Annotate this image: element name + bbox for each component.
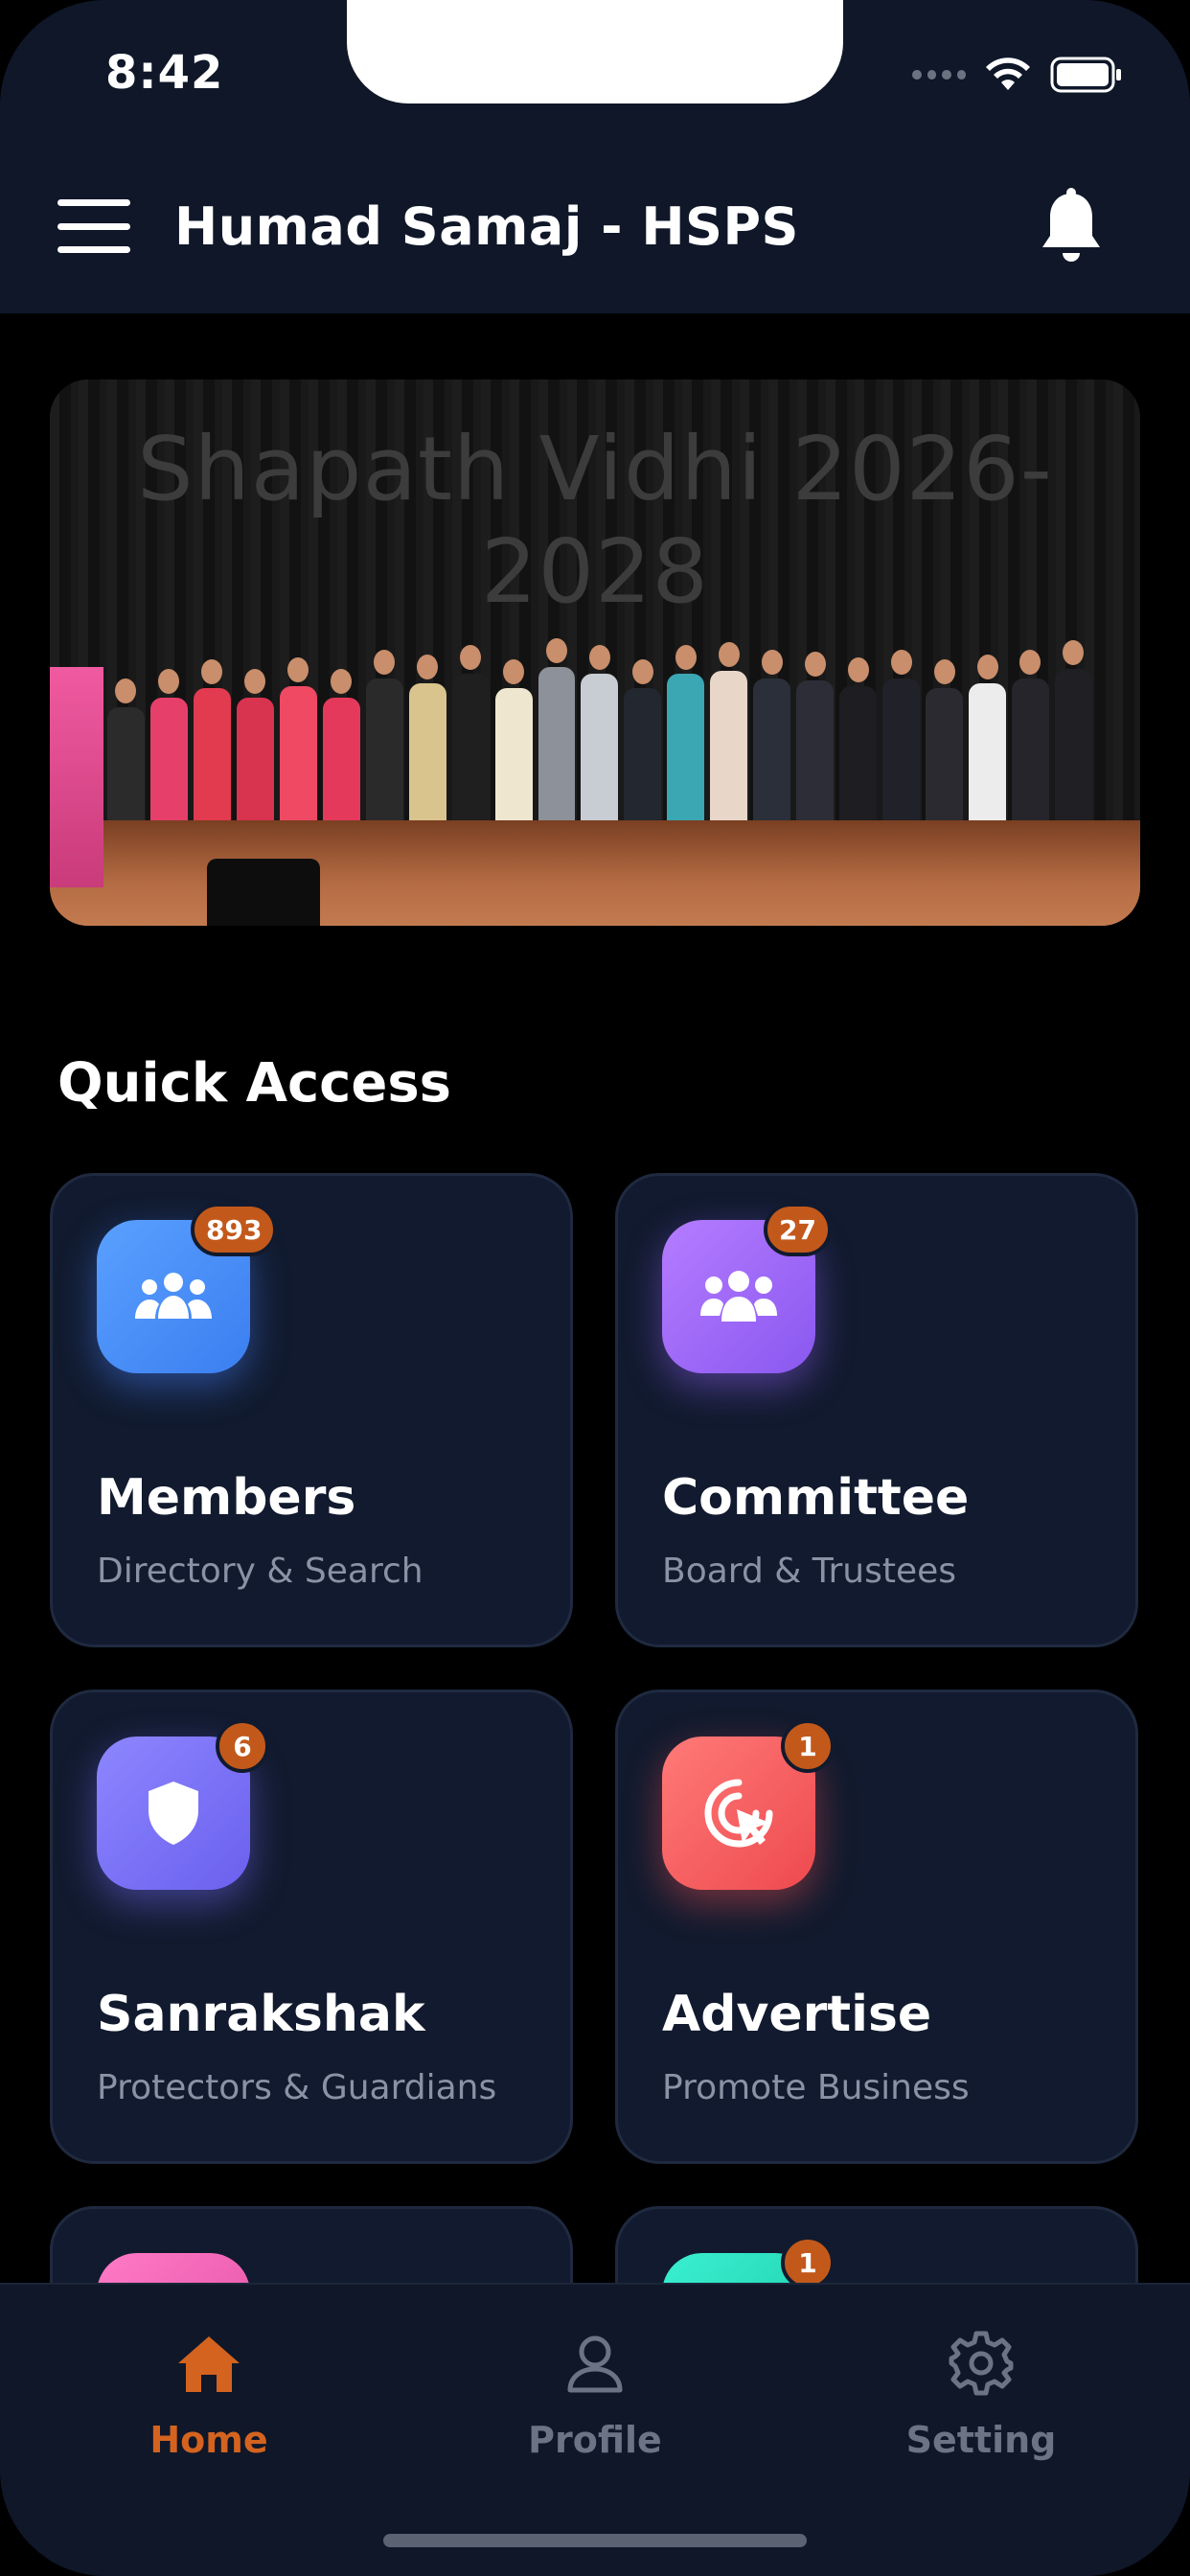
sanrakshak-subtitle: Protectors & Guardians: [97, 2068, 497, 2107]
quick-access-title: Quick Access: [57, 1052, 451, 1115]
status-time: 8:42: [105, 46, 224, 100]
wifi-icon: [983, 56, 1033, 94]
nav-item-home[interactable]: Home: [65, 2308, 353, 2499]
nav-label-setting: Setting: [905, 2419, 1057, 2461]
app-title: Humad Samaj - HSPS: [174, 196, 799, 257]
event-banner[interactable]: Shapath Vidhi 2026-2028: [50, 380, 1140, 926]
nav-item-profile[interactable]: Profile: [451, 2308, 739, 2499]
committee-subtitle: Board & Trustees: [662, 1552, 957, 1591]
top-app-bar: 8:42 Humad Samaj - HSPS: [0, 0, 1190, 313]
committee-card[interactable]: 27 Committee Board & Trustees: [615, 1173, 1138, 1647]
sanrakshak-count-badge: 6: [216, 1719, 269, 1773]
banner-podium: [50, 667, 103, 887]
home-indicator[interactable]: [383, 2534, 807, 2547]
banner-caption: Shapath Vidhi 2026-2028: [137, 418, 1053, 623]
banner-speaker: [207, 859, 320, 926]
advertise-subtitle: Promote Business: [662, 2068, 970, 2107]
members-card[interactable]: 893 Members Directory & Search: [50, 1173, 573, 1647]
gear-icon: [945, 2327, 1018, 2400]
signal-icon: [912, 70, 966, 80]
app-screen: 8:42 Humad Samaj - HSPS Shapath Vidhi 20…: [0, 0, 1190, 2576]
home-icon: [172, 2327, 245, 2400]
sanrakshak-card[interactable]: 6 Sanrakshak Protectors & Guardians: [50, 1690, 573, 2164]
advertise-count-badge: 1: [781, 1719, 835, 1773]
bottom-navigation: Home Profile Setting: [0, 2283, 1190, 2576]
members-subtitle: Directory & Search: [97, 1552, 423, 1591]
card-6-count-badge: 1: [781, 2236, 835, 2289]
hamburger-icon[interactable]: [57, 199, 130, 253]
status-icons: [912, 54, 1123, 96]
sanrakshak-title: Sanrakshak: [97, 1986, 425, 2043]
bell-icon[interactable]: [1037, 188, 1106, 266]
advertise-title: Advertise: [662, 1986, 932, 2043]
members-count-badge: 893: [191, 1203, 278, 1256]
nav-label-home: Home: [149, 2419, 268, 2461]
user-icon: [559, 2327, 631, 2400]
advertise-card[interactable]: 1 Advertise Promote Business: [615, 1690, 1138, 2164]
members-title: Members: [97, 1469, 356, 1527]
nav-item-setting[interactable]: Setting: [837, 2308, 1125, 2499]
committee-count-badge: 27: [764, 1203, 832, 1256]
battery-icon: [1050, 57, 1123, 93]
nav-label-profile: Profile: [528, 2419, 662, 2461]
device-notch: [347, 0, 843, 104]
committee-title: Committee: [662, 1469, 970, 1527]
